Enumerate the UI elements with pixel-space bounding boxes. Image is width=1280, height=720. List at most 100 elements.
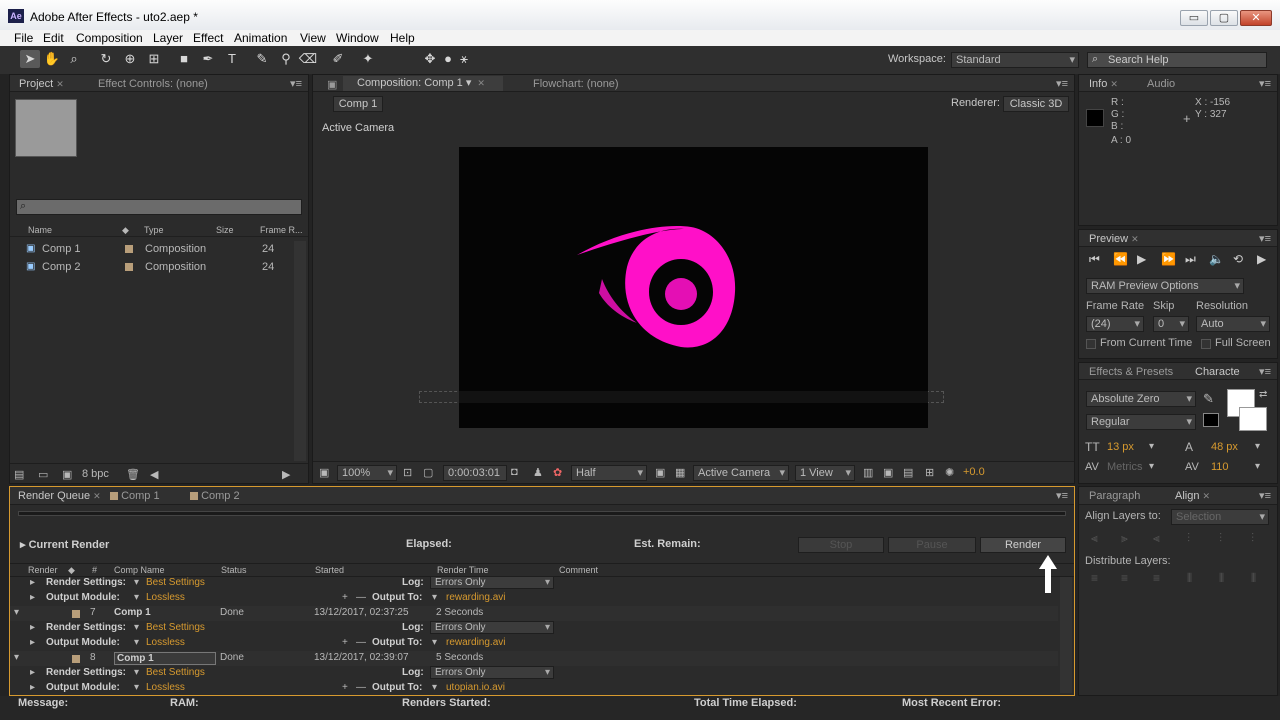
col-number[interactable]: # xyxy=(92,565,97,575)
render-queue-item[interactable]: ▾ 8 Comp 1 Done 13/12/2017, 02:39:07 5 Second… xyxy=(10,651,1058,666)
render-settings-value[interactable]: Best Settings xyxy=(146,667,205,678)
expand-icon[interactable]: ▸ xyxy=(30,622,35,633)
exposure-value[interactable]: +0.0 xyxy=(963,466,985,478)
tab-flowchart[interactable]: Flowchart: (none) xyxy=(533,78,619,90)
zoom-select[interactable]: 100% xyxy=(337,465,397,481)
font-style-select[interactable]: Regular xyxy=(1086,414,1196,430)
output-module-value[interactable]: Lossless xyxy=(146,637,185,648)
resolution-select[interactable]: Auto xyxy=(1196,316,1270,332)
new-comp-icon[interactable]: ▣ xyxy=(62,468,72,481)
panel-menu-icon[interactable]: ▾≡ xyxy=(1259,232,1271,245)
axis-mode-icon[interactable]: ✥ xyxy=(420,50,440,68)
col-comp-name[interactable]: Comp Name xyxy=(114,565,165,575)
eraser-tool-icon[interactable]: ⌫ xyxy=(298,50,318,68)
loop-icon[interactable]: ⟲ xyxy=(1233,252,1243,266)
render-button[interactable]: Render xyxy=(980,537,1066,553)
region-of-interest-icon[interactable]: ▣ xyxy=(655,466,665,479)
output-module-row[interactable]: ▸ Output Module: ▾ Lossless + — Output To: ▾ rew… xyxy=(10,636,1058,651)
bpc-button[interactable]: 8 bpc xyxy=(82,468,109,480)
col-name[interactable]: Name xyxy=(28,225,52,235)
puppet-tool-icon[interactable]: ✦ xyxy=(358,50,378,68)
brush-tool-icon[interactable]: ✎ xyxy=(252,50,272,68)
panel-menu-icon[interactable]: ▾≡ xyxy=(1259,365,1271,378)
tab-render-queue[interactable]: Render Queue ✕ xyxy=(18,490,101,502)
lock-icon[interactable]: ▣ xyxy=(327,78,337,91)
col-comment[interactable]: Comment xyxy=(559,565,598,575)
tab-info[interactable]: Info ✕ xyxy=(1089,78,1118,90)
output-filename[interactable]: rewarding.avi xyxy=(446,637,505,648)
panel-menu-icon[interactable]: ▾≡ xyxy=(1056,77,1068,90)
snapshot-icon[interactable]: ◘ xyxy=(511,466,518,478)
font-family-select[interactable]: Absolute Zero xyxy=(1086,391,1196,407)
minimize-button[interactable]: ▭ xyxy=(1180,10,1208,26)
panel-menu-icon[interactable]: ▾≡ xyxy=(1259,489,1271,502)
kerning-value[interactable]: Metrics xyxy=(1107,461,1142,473)
render-settings-value[interactable]: Best Settings xyxy=(146,577,205,588)
output-module-row[interactable]: ▸ Output Module: ▾ Lossless + — Output To: ▾ rew… xyxy=(10,591,1058,606)
output-dropdown-icon[interactable]: ▾ xyxy=(432,592,437,603)
render-comp-name[interactable]: Comp 1 xyxy=(114,652,216,665)
current-render-toggle[interactable]: ▸ Current Render xyxy=(20,538,109,551)
output-filename[interactable]: rewarding.avi xyxy=(446,592,505,603)
font-size-dropdown-icon[interactable]: ▾ xyxy=(1149,441,1154,452)
full-screen-checkbox[interactable] xyxy=(1201,339,1211,349)
stroke-color-swatch[interactable] xyxy=(1203,413,1219,427)
remove-output-icon[interactable]: — xyxy=(356,682,366,693)
distribute-vertical-center-icon[interactable]: ≡ xyxy=(1121,571,1128,585)
align-bottom-icon[interactable]: ⫶ xyxy=(1251,531,1254,546)
col-render-time[interactable]: Render Time xyxy=(437,565,489,575)
skip-select[interactable]: 0 xyxy=(1153,316,1189,332)
resolution-select[interactable]: Half xyxy=(571,465,647,481)
swap-colors-icon[interactable]: ⇄ xyxy=(1259,389,1267,400)
label-color-chip[interactable] xyxy=(72,610,80,618)
interpret-footage-icon[interactable]: ▤ xyxy=(14,468,24,481)
label-color-chip[interactable] xyxy=(125,245,133,253)
col-size[interactable]: Size xyxy=(216,225,234,235)
channel-icon[interactable]: ✿ xyxy=(553,466,562,479)
expand-icon[interactable]: ▸ xyxy=(30,592,35,603)
font-size-value[interactable]: 13 px xyxy=(1107,441,1134,453)
text-tool-icon[interactable]: T xyxy=(222,50,242,68)
stop-button[interactable]: Stop xyxy=(798,537,884,553)
rectangle-tool-icon[interactable]: ■ xyxy=(174,50,194,68)
tab-align[interactable]: Align ✕ xyxy=(1175,490,1210,502)
panel-menu-icon[interactable]: ▾≡ xyxy=(1259,77,1271,90)
row-dropdown-icon[interactable]: ▾ xyxy=(134,667,139,678)
workspace-select[interactable]: Standard xyxy=(951,52,1079,68)
menu-window[interactable]: Window xyxy=(336,31,379,45)
new-folder-icon[interactable]: ▭ xyxy=(38,468,48,481)
distribute-left-icon[interactable]: ⫴ xyxy=(1187,571,1192,586)
reset-exposure-icon[interactable]: ✺ xyxy=(945,466,954,479)
project-search-input[interactable] xyxy=(16,199,302,215)
tab-effect-controls[interactable]: Effect Controls: (none) xyxy=(98,78,208,90)
kerning-dropdown-icon[interactable]: ▾ xyxy=(1149,461,1154,472)
add-output-icon[interactable]: + xyxy=(342,592,348,603)
leading-dropdown-icon[interactable]: ▾ xyxy=(1255,441,1260,452)
menu-help[interactable]: Help xyxy=(390,31,415,45)
expand-icon[interactable]: ▸ xyxy=(30,682,35,693)
first-frame-icon[interactable]: ⏮ xyxy=(1089,252,1100,267)
ram-preview-icon[interactable]: ▶ xyxy=(1257,252,1266,266)
comp-viewer[interactable] xyxy=(459,147,928,428)
col-started[interactable]: Started xyxy=(315,565,344,575)
col-status[interactable]: Status xyxy=(221,565,247,575)
render-settings-row[interactable]: ▸ Render Settings: ▾ Best Settings Log: Error… xyxy=(10,666,1058,681)
scroll-right-icon[interactable]: ▶ xyxy=(282,468,290,481)
menu-layer[interactable]: Layer xyxy=(153,31,183,45)
output-dropdown-icon[interactable]: ▾ xyxy=(432,682,437,693)
tab-audio[interactable]: Audio xyxy=(1147,78,1175,90)
output-module-value[interactable]: Lossless xyxy=(146,592,185,603)
tracking-value[interactable]: 110 xyxy=(1211,461,1229,473)
align-top-icon[interactable]: ⫶ xyxy=(1187,531,1190,546)
leading-value[interactable]: 48 px xyxy=(1211,441,1238,453)
toggle-pixel-aspect-icon[interactable]: ▥ xyxy=(863,466,873,479)
close-button[interactable]: ✕ xyxy=(1240,10,1272,26)
menu-effect[interactable]: Effect xyxy=(193,31,223,45)
expand-icon[interactable]: ▾ xyxy=(14,652,19,663)
flowchart-icon[interactable]: ⊞ xyxy=(925,466,934,479)
renderer-button[interactable]: Classic 3D xyxy=(1003,96,1069,112)
tab-preview[interactable]: Preview ✕ xyxy=(1089,233,1139,245)
align-left-icon[interactable]: ⫷ xyxy=(1091,531,1098,546)
search-help-input[interactable]: Search Help xyxy=(1087,52,1267,68)
remove-output-icon[interactable]: — xyxy=(356,592,366,603)
